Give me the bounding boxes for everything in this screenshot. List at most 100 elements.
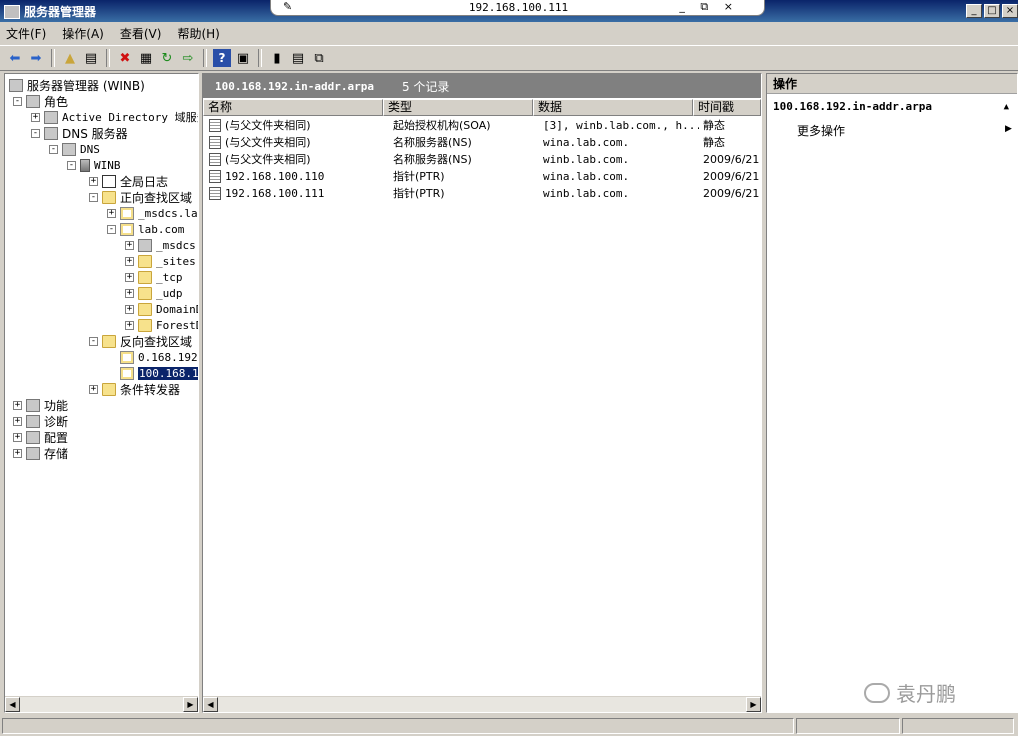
expand-toggle[interactable]: + bbox=[89, 176, 98, 186]
tree-sites[interactable]: + _sites bbox=[125, 253, 196, 269]
show-action-pane-icon[interactable]: ▣ bbox=[234, 49, 252, 67]
results-zone-title: 100.168.192.in-addr.arpa bbox=[215, 79, 374, 93]
tree-global-log[interactable]: + 全局日志 bbox=[89, 173, 168, 189]
expand-toggle[interactable]: + bbox=[89, 384, 98, 394]
table-row[interactable]: (与父文件夹相同) 起始授权机构(SOA) [3], winb.lab.com.… bbox=[203, 117, 761, 133]
refresh-icon[interactable]: ↻ bbox=[158, 49, 176, 67]
tree-ad[interactable]: + Active Directory 域服务 bbox=[31, 109, 198, 125]
folder-icon bbox=[102, 190, 116, 204]
record-list-icon[interactable]: ▤ bbox=[289, 49, 307, 67]
tree-winb[interactable]: - WINB bbox=[67, 157, 121, 173]
close-button[interactable]: × bbox=[1002, 4, 1018, 18]
expand-toggle[interactable]: + bbox=[13, 432, 22, 442]
copy-record-icon[interactable]: ⧉ bbox=[310, 49, 328, 67]
tree-dns-service[interactable]: - DNS 服务器 bbox=[31, 125, 128, 141]
more-actions-link[interactable]: 更多操作 bbox=[797, 122, 845, 139]
tree-lab-com[interactable]: - lab.com bbox=[107, 221, 184, 237]
actions-zone-header[interactable]: 100.168.192.in-addr.arpa ▲ bbox=[767, 96, 1017, 118]
table-row[interactable]: 192.168.100.110 指针(PTR) wina.lab.com. 20… bbox=[203, 168, 761, 184]
folder-icon bbox=[102, 382, 116, 396]
folder-icon bbox=[138, 318, 152, 332]
zone-icon bbox=[120, 222, 134, 236]
table-row[interactable]: 192.168.100.111 指针(PTR) winb.lab.com. 20… bbox=[203, 185, 761, 201]
zone-icon bbox=[120, 350, 134, 364]
tree-domain-dns-zones[interactable]: + DomainDnsZones bbox=[125, 301, 198, 317]
column-timestamp[interactable]: 时间戳 bbox=[693, 99, 761, 116]
minimize-button[interactable]: _ bbox=[966, 4, 982, 18]
tree-udp[interactable]: + _udp bbox=[125, 285, 183, 301]
tree-tcp[interactable]: + _tcp bbox=[125, 269, 183, 285]
expand-toggle[interactable]: + bbox=[13, 400, 22, 410]
column-headers: 名称 类型 数据 时间戳 bbox=[203, 99, 761, 116]
properties-icon[interactable]: ▦ bbox=[137, 49, 155, 67]
tree-root[interactable]: 服务器管理器 (WINB) bbox=[9, 77, 145, 93]
up-folder-icon[interactable]: ▲ bbox=[61, 49, 79, 67]
submenu-arrow-icon: ▶ bbox=[1005, 124, 1012, 134]
table-row[interactable]: (与父文件夹相同) 名称服务器(NS) wina.lab.com. 静态 bbox=[203, 134, 761, 150]
expand-toggle[interactable]: + bbox=[125, 256, 134, 266]
tree-configuration[interactable]: + 配置 bbox=[13, 429, 68, 445]
expand-toggle[interactable]: + bbox=[125, 320, 134, 330]
collapse-toggle[interactable]: - bbox=[89, 336, 98, 346]
collapse-toggle[interactable]: - bbox=[31, 128, 40, 138]
scroll-right-arrow-icon[interactable]: ▶ bbox=[746, 697, 761, 712]
expand-toggle[interactable]: + bbox=[13, 448, 22, 458]
expand-toggle[interactable]: + bbox=[13, 416, 22, 426]
tree-horizontal-scrollbar[interactable]: ◀ ▶ bbox=[5, 696, 198, 712]
toolbar: ⬅ ➡ ▲ ▤ ✖ ▦ ↻ ⇨ ? ▣ ▮ ▤ ⧉ bbox=[0, 45, 1018, 71]
table-row[interactable]: (与父文件夹相同) 名称服务器(NS) winb.lab.com. 2009/6… bbox=[203, 151, 761, 167]
maximize-button[interactable]: □ bbox=[984, 4, 1000, 18]
collapse-toggle[interactable]: - bbox=[13, 96, 22, 106]
back-arrow-icon[interactable]: ⬅ bbox=[6, 49, 24, 67]
storage-icon bbox=[26, 446, 40, 460]
server-icon[interactable]: ▮ bbox=[268, 49, 286, 67]
tree-forward-zones[interactable]: - 正向查找区域 bbox=[89, 189, 192, 205]
export-icon[interactable]: ⇨ bbox=[179, 49, 197, 67]
toolbar-separator bbox=[203, 49, 207, 67]
collapse-arrow-icon[interactable]: ▲ bbox=[1004, 96, 1009, 118]
results-horizontal-scrollbar[interactable]: ◀ ▶ bbox=[203, 696, 761, 712]
scroll-left-arrow-icon[interactable]: ◀ bbox=[203, 697, 218, 712]
collapse-toggle[interactable]: - bbox=[107, 224, 116, 234]
help-icon[interactable]: ? bbox=[213, 49, 231, 67]
event-log-icon bbox=[102, 174, 116, 188]
tree-diagnostics[interactable]: + 诊断 bbox=[13, 413, 68, 429]
scroll-left-arrow-icon[interactable]: ◀ bbox=[5, 697, 20, 712]
expand-toggle[interactable]: + bbox=[125, 272, 134, 282]
column-type[interactable]: 类型 bbox=[383, 99, 533, 116]
forward-arrow-icon[interactable]: ➡ bbox=[27, 49, 45, 67]
tree-reverse-zones[interactable]: - 反向查找区域 bbox=[89, 333, 192, 349]
expand-toggle[interactable]: + bbox=[125, 240, 134, 250]
tree-features[interactable]: + 功能 bbox=[13, 397, 68, 413]
expand-toggle[interactable]: + bbox=[125, 304, 134, 314]
collapse-toggle[interactable]: - bbox=[49, 144, 58, 154]
features-icon bbox=[26, 398, 40, 412]
tree-zone-0-168-192[interactable]: 0.168.192.in-addr.arpa bbox=[120, 349, 198, 365]
collapse-toggle[interactable]: - bbox=[89, 192, 98, 202]
expand-toggle[interactable]: + bbox=[31, 112, 40, 122]
wechat-icon bbox=[864, 682, 890, 703]
zone-icon bbox=[120, 206, 134, 220]
tree-storage[interactable]: + 存储 bbox=[13, 445, 68, 461]
dns-icon bbox=[62, 142, 76, 156]
column-data[interactable]: 数据 bbox=[533, 99, 693, 116]
tree-msdcs-lab[interactable]: + _msdcs.lab.com bbox=[107, 205, 198, 221]
scroll-right-arrow-icon[interactable]: ▶ bbox=[183, 697, 198, 712]
show-hide-tree-icon[interactable]: ▤ bbox=[82, 49, 100, 67]
tree-forest-dns-zones[interactable]: + ForestDnsZones bbox=[125, 317, 198, 333]
tree-zone-100-168-192[interactable]: 100.168.192.in-addr.arpa bbox=[120, 365, 198, 381]
tree-roles[interactable]: - 角色 bbox=[13, 93, 68, 109]
collapse-toggle[interactable]: - bbox=[67, 160, 76, 170]
tree-dns[interactable]: - DNS bbox=[49, 141, 100, 157]
tree-msdcs[interactable]: + _msdcs bbox=[125, 237, 196, 253]
delete-icon[interactable]: ✖ bbox=[116, 49, 134, 67]
menu-action[interactable]: 操作(A) bbox=[62, 25, 104, 42]
menu-help[interactable]: 帮助(H) bbox=[177, 25, 219, 42]
menu-file[interactable]: 文件(F) bbox=[6, 25, 46, 42]
expand-toggle[interactable]: + bbox=[125, 288, 134, 298]
tree-conditional-forwarders[interactable]: + 条件转发器 bbox=[89, 381, 180, 397]
remote-controls[interactable]: _ ⧉ × bbox=[679, 0, 739, 14]
expand-toggle[interactable]: + bbox=[107, 208, 116, 218]
column-name[interactable]: 名称 bbox=[203, 99, 383, 116]
menu-view[interactable]: 查看(V) bbox=[120, 25, 162, 42]
